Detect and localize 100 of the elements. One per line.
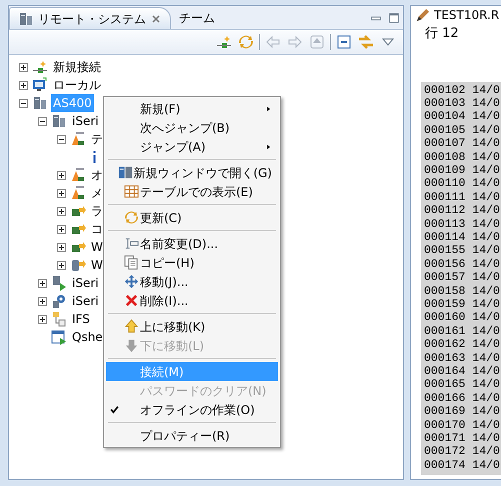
tree-item[interactable]: ローカル xyxy=(51,76,103,94)
expand-toggle-icon[interactable] xyxy=(57,134,66,144)
editor-tab[interactable]: TEST10R.R xyxy=(415,6,500,24)
info-icon xyxy=(93,150,96,164)
tree-item[interactable]: Qshe xyxy=(70,328,105,346)
expand-toggle-icon[interactable] xyxy=(38,116,47,126)
panel-tab[interactable]: チーム xyxy=(171,7,223,29)
tree-item[interactable]: iSeri xyxy=(70,112,101,130)
menu-item[interactable]: 名前変更(D)... xyxy=(106,234,278,253)
expand-toggle-icon[interactable] xyxy=(57,260,66,270)
down-arrow-icon xyxy=(124,338,138,353)
menu-item[interactable]: テーブルでの表示(E) xyxy=(106,182,278,201)
tree-item[interactable]: W xyxy=(89,238,105,256)
tree-item[interactable]: ラ xyxy=(89,202,105,220)
expand-toggle-icon[interactable] xyxy=(19,62,28,72)
code-line: 000155 14/0 xyxy=(424,244,501,258)
code-line: 000109 14/0 xyxy=(424,164,501,178)
submenu-arrow-icon xyxy=(266,142,272,150)
code-line: 000174 14/0 xyxy=(424,458,501,472)
refresh-icon xyxy=(238,34,254,50)
expand-toggle-icon[interactable] xyxy=(57,188,66,198)
home-icon xyxy=(309,34,325,50)
table-icon xyxy=(124,184,138,199)
close-icon xyxy=(150,12,162,24)
menu-item[interactable]: 更新(C) xyxy=(106,208,278,227)
menu-item[interactable]: オフラインの作業(O) xyxy=(106,400,278,419)
line-indicator: 行 12 xyxy=(425,26,459,41)
code-line: 000158 14/0 xyxy=(424,284,501,298)
menu-item[interactable]: 上に移動(K) xyxy=(106,317,278,336)
menu-item[interactable]: 削除(I)... xyxy=(106,291,278,310)
menu-item[interactable]: 新規(F) xyxy=(106,99,278,118)
copy-icon xyxy=(124,255,138,270)
code-line: 000112 14/0 xyxy=(424,204,501,218)
code-line: 000162 14/0 xyxy=(424,338,501,352)
code-line: 000111 14/0 xyxy=(424,190,501,204)
code-line: 000157 14/0 xyxy=(424,271,501,285)
tree-item[interactable]: コ xyxy=(89,220,105,238)
code-line: 000172 14/0 xyxy=(424,445,501,459)
expand-toggle-icon[interactable] xyxy=(57,170,66,180)
expand-toggle-icon[interactable] xyxy=(57,224,66,234)
server-icon xyxy=(51,275,67,291)
code-line: 000159 14/0 xyxy=(424,298,501,312)
menu-item[interactable]: 次へジャンプ(B) xyxy=(106,118,278,137)
back-icon xyxy=(265,34,281,50)
library-icon xyxy=(70,167,86,183)
window-icon xyxy=(118,165,134,180)
code-line: 000105 14/0 xyxy=(424,124,501,138)
expand-toggle-icon[interactable] xyxy=(19,98,28,108)
menu-item[interactable]: ジャンプ(A) xyxy=(106,137,278,156)
expand-toggle-icon[interactable] xyxy=(57,242,66,252)
tree-item[interactable]: W xyxy=(89,256,105,274)
up-arrow-icon xyxy=(124,319,138,334)
code-line: 000163 14/0 xyxy=(424,352,501,366)
code-line: 000171 14/0 xyxy=(424,432,501,446)
pencil-icon xyxy=(415,8,430,22)
expand-toggle-icon[interactable] xyxy=(19,80,28,90)
server-icon xyxy=(18,10,34,26)
code-line: 000164 14/0 xyxy=(424,365,501,378)
refresh-icon xyxy=(124,210,138,225)
code-line: 000108 14/0 xyxy=(424,150,501,164)
code-line: 000169 14/0 xyxy=(424,405,501,419)
new-connection-icon xyxy=(216,34,232,50)
menu-item[interactable]: コピー(H) xyxy=(106,253,278,272)
expand-toggle-icon[interactable] xyxy=(38,314,47,324)
menu-item[interactable]: 新規ウィンドウで開く(G) xyxy=(106,163,278,182)
code-line: 000160 14/0 xyxy=(424,311,501,325)
tree-item[interactable]: iSeri xyxy=(70,274,101,292)
code-line: 000170 14/0 xyxy=(424,418,501,432)
expand-toggle-icon[interactable] xyxy=(38,278,47,288)
database-icon xyxy=(70,257,86,273)
panel-tab[interactable]: リモート・システム xyxy=(9,7,171,29)
forward-icon xyxy=(287,34,303,50)
code-line: 000104 14/0 xyxy=(424,110,501,124)
tree-item[interactable]: IFS xyxy=(70,310,92,328)
rename-icon xyxy=(124,236,138,251)
file-system-icon xyxy=(51,311,67,327)
library-icon xyxy=(70,131,86,147)
new-connection-icon xyxy=(32,59,48,75)
server-icon xyxy=(32,95,48,111)
expand-toggle-icon[interactable] xyxy=(38,296,47,306)
tree-item[interactable]: メ xyxy=(89,184,105,202)
delete-icon xyxy=(124,293,138,308)
move-icon xyxy=(124,274,138,289)
code-line: 000156 14/0 xyxy=(424,258,501,272)
code-line: 000107 14/0 xyxy=(424,137,501,151)
code-line: 000114 14/0 xyxy=(424,230,501,244)
library-icon xyxy=(70,185,86,201)
menu-item[interactable]: プロパティー(R) xyxy=(106,426,278,445)
tree-item[interactable]: iSeri xyxy=(70,292,101,310)
server-icon xyxy=(51,113,67,129)
tree-item[interactable]: テ xyxy=(89,130,105,148)
expand-toggle-icon[interactable] xyxy=(57,206,66,216)
tree-item[interactable]: 新規接続 xyxy=(51,58,103,76)
tree-item[interactable]: オ xyxy=(89,166,105,184)
link-icon xyxy=(358,34,374,50)
maximize-icon xyxy=(387,10,401,24)
code-line: 000110 14/0 xyxy=(424,177,501,191)
monitor-icon xyxy=(32,77,48,93)
menu-item[interactable]: 移動(J)... xyxy=(106,272,278,291)
code-line: 000161 14/0 xyxy=(424,324,501,338)
